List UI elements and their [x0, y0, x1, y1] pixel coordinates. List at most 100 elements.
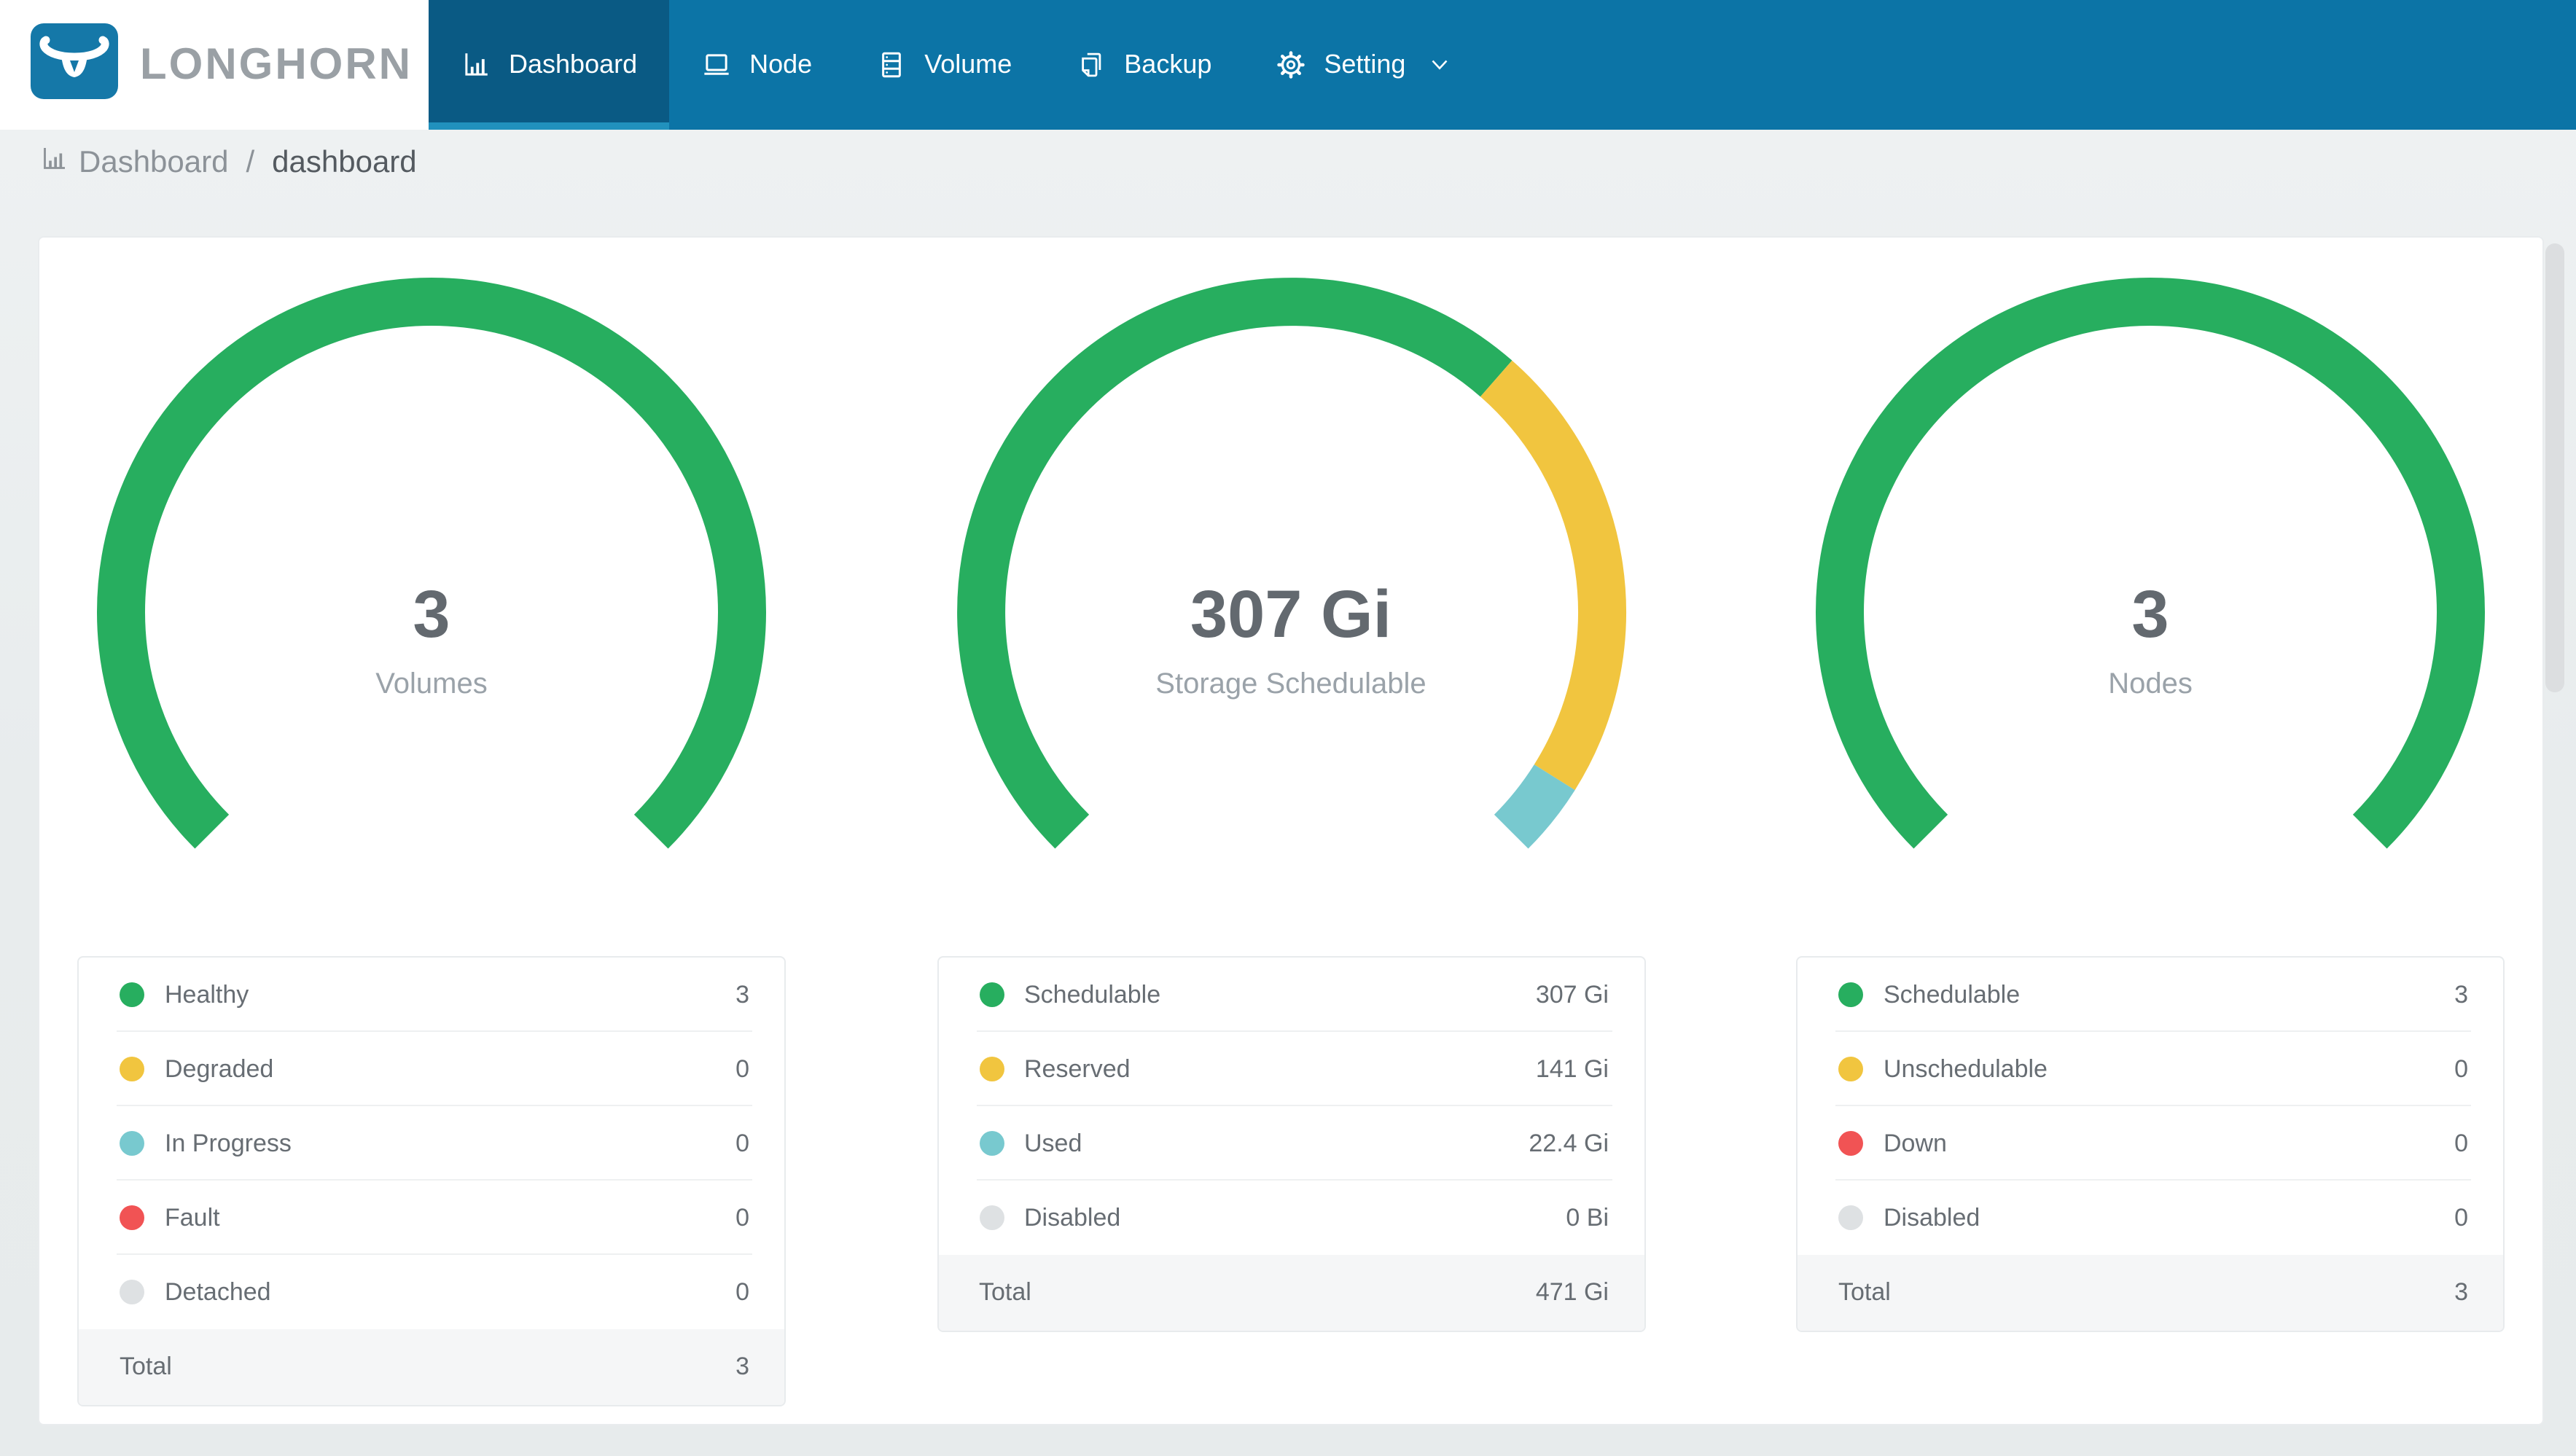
panel-nodes: 3 Nodes Schedulable 3 Unschedulable 0 Down 0 D… — [1796, 238, 2505, 1424]
storage-gauge-chart: 307 Gi Storage Schedulable — [956, 277, 1626, 947]
legend-label: Schedulable — [1884, 980, 2021, 1008]
legend-value: 141 Gi — [1535, 1054, 1609, 1082]
status-dot-icon — [1838, 982, 1863, 1007]
copy-icon — [1076, 50, 1106, 80]
nav-item-backup[interactable]: Backup — [1044, 0, 1244, 130]
nav-item-setting[interactable]: Setting — [1244, 0, 1486, 130]
status-dot-icon — [979, 1131, 1004, 1156]
legend-row: Schedulable 307 Gi — [938, 958, 1644, 1032]
legend-label: Disabled — [1884, 1203, 1980, 1231]
legend-label: Unschedulable — [1884, 1054, 2048, 1082]
legend-total-row: Total 3 — [1798, 1255, 2503, 1331]
chevron-down-icon — [1426, 51, 1453, 79]
nav-item-node[interactable]: Node — [669, 0, 844, 130]
legend-label: In Progress — [165, 1129, 292, 1156]
legend-row: Disabled 0 Bi — [938, 1181, 1644, 1255]
longhorn-app: LONGHORN Dashboard Node Volume Backup Se… — [0, 0, 2576, 1456]
legend-label: Used — [1024, 1129, 1082, 1156]
legend-value: 0 — [735, 1054, 749, 1082]
legend-row: Degraded 0 — [79, 1032, 784, 1106]
nav-item-label: Backup — [1124, 50, 1212, 79]
nav-item-label: Volume — [924, 50, 1012, 79]
legend-row: Down 0 — [1798, 1106, 2503, 1181]
status-dot-icon — [120, 1280, 144, 1304]
legend-row: Detached 0 — [79, 1255, 784, 1329]
total-value: 3 — [2454, 1278, 2468, 1306]
legend-value: 0 — [2454, 1203, 2468, 1231]
bar-chart-icon — [461, 50, 491, 80]
panel-storage: 307 Gi Storage Schedulable Schedulable 30… — [937, 238, 1645, 1424]
scrollbar-thumb[interactable] — [2545, 243, 2564, 692]
brand-name: LONGHORN — [140, 40, 413, 88]
legend-value: 3 — [735, 980, 749, 1008]
gauge-value: 307 Gi — [1190, 576, 1392, 651]
volumes-gauge-chart: 3 Volumes — [96, 277, 767, 947]
gear-icon — [1276, 50, 1306, 80]
app-logo[interactable]: LONGHORN — [0, 0, 429, 130]
legend-row: In Progress 0 — [79, 1106, 784, 1181]
gauge-label: Storage Schedulable — [1155, 668, 1426, 700]
status-dot-icon — [979, 982, 1004, 1007]
legend-row: Fault 0 — [79, 1181, 784, 1255]
nodes-gauge-chart: 3 Nodes — [1815, 277, 2486, 947]
status-dot-icon — [1838, 1205, 1863, 1230]
total-label: Total — [979, 1278, 1031, 1306]
nav-item-label: Dashboard — [509, 50, 638, 79]
status-dot-icon — [120, 1057, 144, 1081]
total-label: Total — [1838, 1278, 1891, 1306]
status-dot-icon — [1838, 1057, 1863, 1081]
legend-label: Degraded — [165, 1054, 274, 1082]
legend-value: 3 — [2454, 980, 2468, 1008]
legend-total-row: Total 3 — [79, 1329, 784, 1405]
legend-value: 0 Bi — [1566, 1203, 1609, 1231]
nav-item-label: Node — [749, 50, 813, 79]
nav-item-dashboard[interactable]: Dashboard — [429, 0, 670, 130]
status-dot-icon — [979, 1205, 1004, 1230]
legend-row: Schedulable 3 — [1798, 958, 2503, 1032]
legend-table-storage: Schedulable 307 Gi Reserved 141 Gi Used 22.4 … — [937, 956, 1645, 1332]
legend-label: Detached — [165, 1277, 271, 1305]
main-menu: Dashboard Node Volume Backup Setting — [429, 0, 1486, 130]
bar-chart-icon — [39, 144, 69, 182]
legend-value: 0 — [735, 1277, 749, 1305]
legend-table-nodes: Schedulable 3 Unschedulable 0 Down 0 Disabled 0… — [1796, 956, 2505, 1332]
legend-label: Reserved — [1024, 1054, 1131, 1082]
legend-value: 22.4 Gi — [1529, 1129, 1609, 1156]
legend-label: Healthy — [165, 980, 249, 1008]
status-dot-icon — [979, 1057, 1004, 1081]
legend-table-volumes: Healthy 3 Degraded 0 In Progress 0 Fault 0 Detac… — [77, 956, 786, 1406]
legend-label: Fault — [165, 1203, 220, 1231]
panel-volumes: 3 Volumes Healthy 3 Degraded 0 In Progress 0 F… — [77, 238, 786, 1424]
top-nav: LONGHORN Dashboard Node Volume Backup Se… — [0, 0, 2576, 130]
longhorn-bull-icon — [31, 23, 118, 106]
legend-value: 307 Gi — [1535, 980, 1609, 1008]
breadcrumb: Dashboard / dashboard — [39, 143, 2576, 184]
status-dot-icon — [120, 1131, 144, 1156]
total-value: 3 — [735, 1353, 749, 1380]
legend-row: Disabled 0 — [1798, 1181, 2503, 1255]
laptop-icon — [701, 50, 732, 80]
legend-value: 0 — [2454, 1129, 2468, 1156]
breadcrumb-separator: / — [246, 146, 255, 179]
dashboard-card: 3 Volumes Healthy 3 Degraded 0 In Progress 0 F… — [38, 236, 2544, 1425]
gauge-value: 3 — [2131, 576, 2169, 651]
nav-item-label: Setting — [1324, 50, 1406, 79]
status-dot-icon — [1838, 1131, 1863, 1156]
gauge-label: Nodes — [2108, 668, 2193, 700]
status-dot-icon — [120, 982, 144, 1007]
legend-value: 0 — [735, 1129, 749, 1156]
breadcrumb-root[interactable]: Dashboard — [79, 146, 228, 181]
nav-item-volume[interactable]: Volume — [844, 0, 1044, 130]
legend-row: Healthy 3 — [79, 958, 784, 1032]
gauge-value: 3 — [413, 576, 450, 651]
legend-value: 0 — [735, 1203, 749, 1231]
legend-row: Reserved 141 Gi — [938, 1032, 1644, 1106]
gauge-label: Volumes — [375, 668, 488, 700]
breadcrumb-current: dashboard — [272, 146, 417, 179]
legend-row: Unschedulable 0 — [1798, 1032, 2503, 1106]
status-dot-icon — [120, 1205, 144, 1230]
legend-label: Schedulable — [1024, 980, 1161, 1008]
legend-label: Disabled — [1024, 1203, 1121, 1231]
total-value: 471 Gi — [1535, 1278, 1609, 1306]
legend-total-row: Total 471 Gi — [938, 1255, 1644, 1331]
